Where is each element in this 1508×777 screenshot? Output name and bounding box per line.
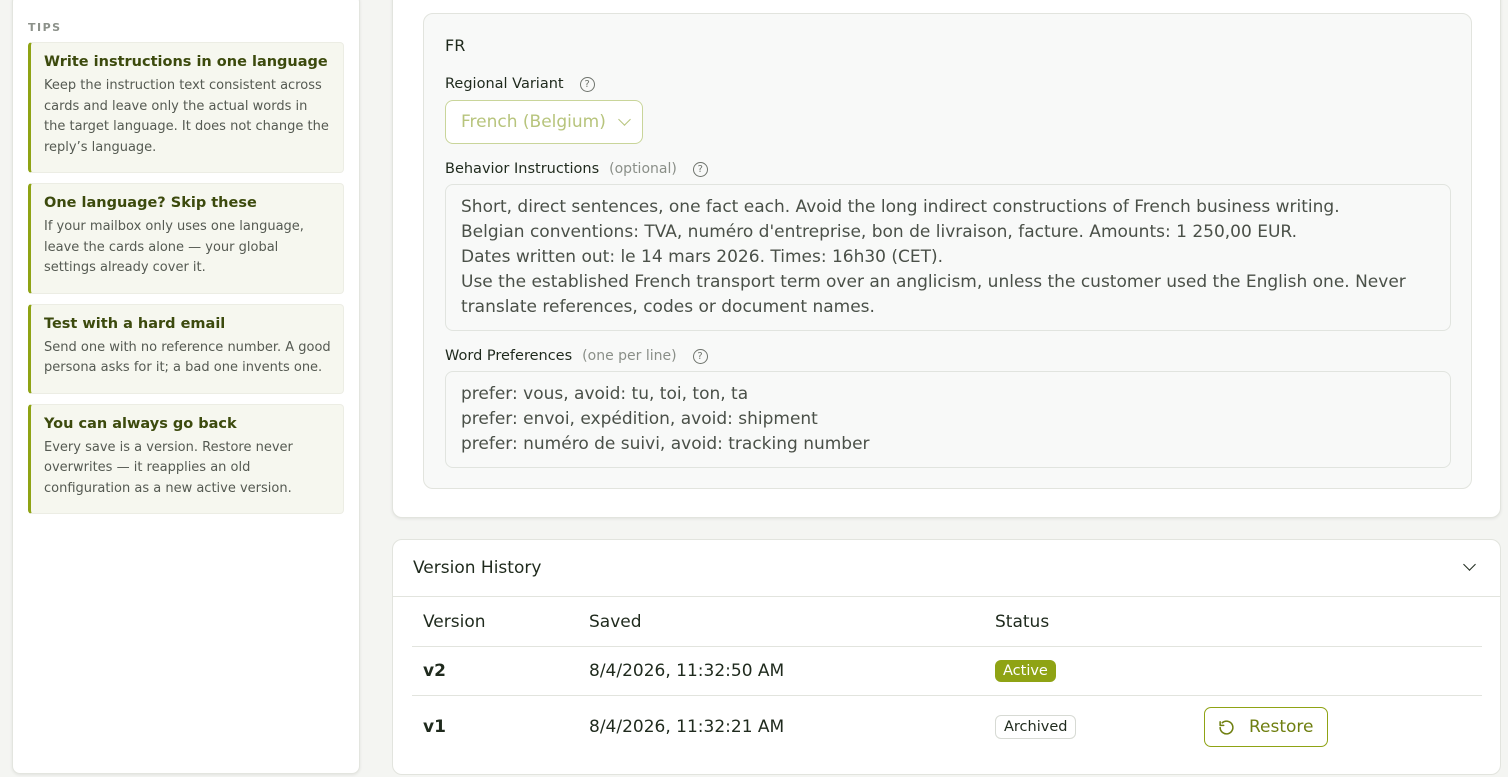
restore-icon (1219, 719, 1234, 735)
behavior-instructions-label: Behavior Instructions (optional) ? (445, 161, 708, 177)
chevron-down-icon[interactable] (1463, 558, 1476, 571)
textarea-line: translate references, codes or document … (461, 297, 875, 317)
word-preferences-label: Word Preferences (one per line) ? (445, 348, 708, 364)
optional-hint: (optional) (609, 161, 677, 177)
table-header-row: Version Saved Status (412, 598, 1482, 647)
saved-timestamp: 8/4/2026, 11:32:50 AM (589, 661, 785, 681)
tip-body: Send one with no reference number. A goo… (44, 339, 331, 376)
version-number: v1 (423, 717, 446, 737)
status-badge: Archived (995, 715, 1077, 739)
tip-card: Write instructions in one language Keep … (28, 42, 344, 173)
tips-heading: TIPS (28, 21, 62, 34)
word-preferences-label-text: Word Preferences (445, 348, 573, 364)
help-icon[interactable]: ? (579, 76, 595, 92)
tip-body: Every save is a version. Restore never o… (44, 439, 293, 496)
textarea-line: prefer: numéro de suivi, avoid: tracking… (461, 434, 870, 454)
restore-button[interactable]: Restore (1204, 707, 1328, 747)
tip-card: You can always go back Every save is a v… (28, 403, 344, 514)
language-code: FR (445, 36, 466, 55)
column-header-saved: Saved (589, 612, 642, 632)
behavior-instructions-textarea[interactable]: Short, direct sentences, one fact each. … (445, 184, 1451, 331)
tip-body: Keep the instruction text consistent acr… (44, 78, 329, 155)
tip-title: Write instructions in one language (44, 54, 328, 70)
textarea-line: Dates written out: le 14 mars 2026. Time… (461, 247, 944, 267)
tip-title: One language? Skip these (44, 195, 257, 211)
tip-card: Test with a hard email Send one with no … (28, 303, 344, 394)
one-per-line-hint: (one per line) (582, 348, 677, 364)
textarea-line: prefer: envoi, expédition, avoid: shipme… (461, 409, 818, 429)
help-icon[interactable]: ? (692, 348, 708, 364)
version-history-header[interactable]: Version History (393, 540, 1500, 597)
restore-label: Restore (1249, 717, 1314, 737)
regional-variant-select[interactable]: French (Belgium) (445, 100, 643, 144)
regional-variant-value: French (Belgium) (461, 112, 606, 132)
textarea-line: Short, direct sentences, one fact each. … (461, 197, 1340, 217)
status-badge: Active (995, 660, 1056, 682)
table-row: v2 8/4/2026, 11:32:50 AM Active (412, 647, 1482, 696)
tip-title: You can always go back (44, 415, 237, 432)
chevron-down-icon (618, 113, 631, 126)
tips-sidebar: TIPS Write instructions in one language … (12, 0, 360, 774)
regional-variant-label: Regional Variant ? (445, 76, 595, 92)
behavior-instructions-label-text: Behavior Instructions (445, 161, 600, 177)
tip-body: If your mailbox only uses one language, … (44, 219, 304, 275)
version-history-title: Version History (413, 558, 542, 578)
version-number: v2 (423, 661, 446, 681)
textarea-line: prefer: vous, avoid: tu, toi, ton, ta (461, 384, 749, 404)
textarea-line: Belgian conventions: TVA, numéro d'entre… (461, 222, 1298, 242)
language-card-fr: FR Regional Variant ? French (Belgium) B… (423, 13, 1472, 489)
version-history-panel: Version History Version Saved Status v2 … (392, 539, 1501, 775)
regional-variant-label-text: Regional Variant (445, 76, 564, 92)
saved-timestamp: 8/4/2026, 11:32:21 AM (589, 717, 785, 737)
textarea-line: Use the established French transport ter… (461, 272, 1406, 292)
tip-card: One language? Skip these If your mailbox… (28, 183, 344, 294)
word-preferences-textarea[interactable]: prefer: vous, avoid: tu, toi, ton, ta pr… (445, 371, 1451, 468)
language-settings-panel: FR Regional Variant ? French (Belgium) B… (392, 0, 1501, 518)
column-header-status: Status (995, 612, 1050, 632)
table-row: v1 8/4/2026, 11:32:21 AM Archived Restor… (412, 696, 1482, 758)
column-header-version: Version (423, 612, 486, 632)
restore-button-wrapper: Restore (1204, 707, 1328, 747)
version-table: Version Saved Status v2 8/4/2026, 11:32:… (412, 598, 1482, 758)
help-icon[interactable]: ? (692, 161, 708, 177)
tip-title: Test with a hard email (44, 315, 226, 332)
